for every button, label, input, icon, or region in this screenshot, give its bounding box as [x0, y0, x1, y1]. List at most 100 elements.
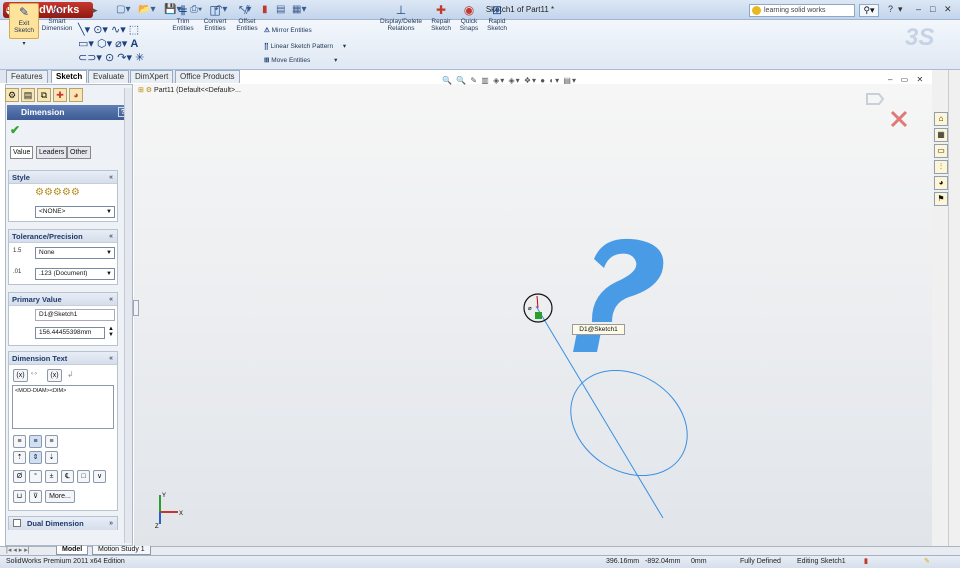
close-button[interactable]: ✕ — [944, 4, 952, 15]
dual-dimension-checkbox[interactable] — [13, 519, 21, 527]
graphics-window-controls[interactable]: – ▭ ✕ — [888, 75, 926, 84]
exit-sketch-label: Exit Sketch — [14, 20, 34, 34]
manager-tabs: ⚙ ▤ ⧉ ✚ ◕ — [5, 88, 113, 104]
tab-other[interactable]: Other — [67, 146, 91, 159]
counterbore-symbol-button[interactable]: ⊔ — [13, 490, 26, 503]
search-input[interactable]: learning solid works — [749, 4, 855, 17]
move-label: Move Entities — [271, 57, 311, 64]
precision-select[interactable]: .123 (Document) ▼ — [35, 268, 115, 280]
style-select[interactable]: <NONE> ▼ — [35, 206, 115, 218]
maximize-button[interactable]: □ — [930, 4, 935, 14]
dimension-text-header[interactable]: Dimension Text « — [9, 352, 117, 365]
property-manager-icon[interactable]: ▤ — [21, 88, 35, 102]
more-symbols-button[interactable]: More... — [45, 490, 75, 503]
align-left-icon[interactable]: ≡ — [13, 435, 26, 448]
style-favorites-icons[interactable]: ⚙⚙⚙⚙⚙ — [35, 187, 80, 198]
quick-snaps-button[interactable]: ◉ Quick Snaps — [456, 3, 482, 32]
depth-symbol-button[interactable]: ⊽ — [29, 490, 42, 503]
ok-check-icon[interactable]: ✔ — [10, 123, 20, 137]
justify-top-icon[interactable]: ⇡ — [13, 451, 26, 464]
tab-value[interactable]: Value — [10, 146, 34, 159]
status-state: Fully Defined — [740, 558, 781, 565]
diameter-symbol-icon: ⌀ — [528, 306, 532, 312]
panel-scrollbar[interactable] — [124, 88, 132, 543]
open-folder-icon[interactable]: 📂▾ — [138, 3, 155, 17]
primary-value-header-label: Primary Value — [12, 295, 62, 304]
tab-office-products[interactable]: Office Products — [175, 70, 240, 83]
exit-sketch-dropdown[interactable]: ▾ — [9, 41, 39, 48]
display-manager-icon[interactable]: ◕ — [69, 88, 83, 102]
justify-middle-icon[interactable]: ⇕ — [29, 451, 42, 464]
chevron-down-icon: ▼ — [106, 271, 112, 277]
repair-sketch-button[interactable]: ✚ Repair Sketch — [428, 3, 454, 32]
options-icon[interactable]: ▦▾ — [292, 3, 306, 17]
diameter-symbol-button[interactable]: Ø — [13, 470, 26, 483]
center-dimension-icon[interactable]: ‹·› — [31, 371, 37, 377]
plus-minus-symbol-button[interactable]: ± — [45, 470, 58, 483]
style-group-header[interactable]: Style « — [9, 171, 117, 184]
quick-tips-icon[interactable]: ✎ — [924, 556, 930, 568]
trim-entities-button[interactable]: ⋕ Trim Entities — [170, 3, 196, 32]
file-properties-icon[interactable]: ▤ — [276, 3, 285, 17]
tab-dimxpert[interactable]: DimXpert — [130, 70, 174, 83]
value-spinner-icon[interactable]: ▲ ▼ — [108, 326, 114, 338]
mirror-entities-button[interactable]: ⚠ Mirror Entities — [264, 26, 312, 34]
panel-splitter-handle[interactable] — [133, 300, 139, 316]
tolerance-type-icon: 1.5 — [13, 248, 22, 254]
justify-bottom-icon[interactable]: ⇣ — [45, 451, 58, 464]
menu-arrow-icon[interactable]: ▸ — [93, 5, 98, 16]
trim-icon: ⋕ — [177, 3, 189, 17]
rectangle-tool-icon[interactable]: ▭▾ ⬡▾ ⌀▾ A — [78, 37, 138, 50]
inspection-dimension-icon[interactable]: (x) — [47, 369, 62, 382]
dimension-name-tooltip: D1@Sketch1 — [572, 324, 625, 335]
tab-leaders[interactable]: Leaders — [36, 146, 68, 159]
square-symbol-button[interactable]: □ — [77, 470, 90, 483]
display-delete-relations-button[interactable]: ⊥ Display/Delete Relations — [376, 3, 426, 32]
offset-entities-button[interactable]: ⫽ Offset Entities — [233, 3, 261, 32]
status-edition: SolidWorks Premium 2011 x64 Edition — [6, 558, 125, 565]
new-document-icon[interactable]: ▢▾ — [116, 3, 130, 17]
add-parentheses-icon[interactable]: (x) — [13, 369, 28, 382]
dimxpert-manager-icon[interactable]: ✚ — [53, 88, 67, 102]
move-entities-button[interactable]: ⊞ Move Entities ▾ — [264, 56, 337, 64]
centerline-symbol-button[interactable]: ℄ — [61, 470, 74, 483]
rebuild-status-icon[interactable]: ▮ — [864, 556, 868, 568]
tolerance-type-select[interactable]: None ▼ — [35, 247, 115, 259]
slot-tool-icon[interactable]: ⊂⊃▾ ⊙ ↷▾ ✳ — [78, 51, 144, 64]
dual-dimension-header[interactable]: Dual Dimension » — [9, 517, 117, 530]
line-tool-icon[interactable]: ╲▾ ⊙▾ ∿▾ ⬚ — [78, 23, 139, 36]
feature-manager-icon[interactable]: ⚙ — [5, 88, 19, 102]
configuration-manager-icon[interactable]: ⧉ — [37, 88, 51, 102]
search-button[interactable]: ⚲▾ — [859, 4, 879, 17]
linear-pattern-button[interactable]: ⣿ Linear Sketch Pattern ▾ — [264, 42, 346, 50]
rapid-sketch-button[interactable]: ⊞ Rapid Sketch — [484, 3, 510, 32]
status-z: 0mm — [691, 558, 707, 565]
smart-dimension-button[interactable]: ◇ Smart Dimension — [41, 3, 73, 32]
help-arrow-icon[interactable]: ▾ — [898, 4, 903, 15]
degree-symbol-button[interactable]: ° — [29, 470, 42, 483]
tab-sketch[interactable]: Sketch — [51, 70, 88, 83]
repair-icon: ✚ — [435, 3, 447, 17]
minimize-button[interactable]: – — [916, 4, 921, 14]
countersink-symbol-button[interactable]: ∨ — [93, 470, 106, 483]
help-button[interactable]: ? — [888, 4, 893, 14]
tab-evaluate[interactable]: Evaluate — [88, 70, 130, 83]
sketch-circle[interactable] — [551, 349, 707, 497]
offset-text-icon[interactable]: ↲ — [67, 370, 74, 379]
vertical-scrollbar[interactable] — [948, 70, 960, 546]
dimension-text-box[interactable]: <MOD-DIAM><DIM> — [12, 385, 114, 429]
align-right-icon[interactable]: ≡ — [45, 435, 58, 448]
tolerance-group-header[interactable]: Tolerance/Precision « — [9, 230, 117, 243]
dimension-name-field[interactable]: D1@Sketch1 — [35, 309, 115, 321]
primary-value-header[interactable]: Primary Value « — [9, 293, 117, 306]
rebuild-icon[interactable]: ▮ — [262, 3, 268, 17]
tab-scroll-arrows-icon[interactable]: |◂ ◂ ▸ ▸| — [6, 546, 30, 554]
tab-model[interactable]: Model — [56, 546, 89, 555]
convert-entities-button[interactable]: ◫ Convert Entities — [199, 3, 231, 32]
exit-sketch-button[interactable]: ✎ Exit Sketch — [9, 3, 39, 39]
dimension-value-field[interactable]: 156.44455398mm — [35, 327, 105, 339]
tab-features[interactable]: Features — [6, 70, 48, 83]
tab-motion-study-1[interactable]: Motion Study 1 — [92, 546, 151, 555]
confirmation-corner[interactable] — [866, 93, 908, 128]
align-center-icon[interactable]: ≡ — [29, 435, 42, 448]
